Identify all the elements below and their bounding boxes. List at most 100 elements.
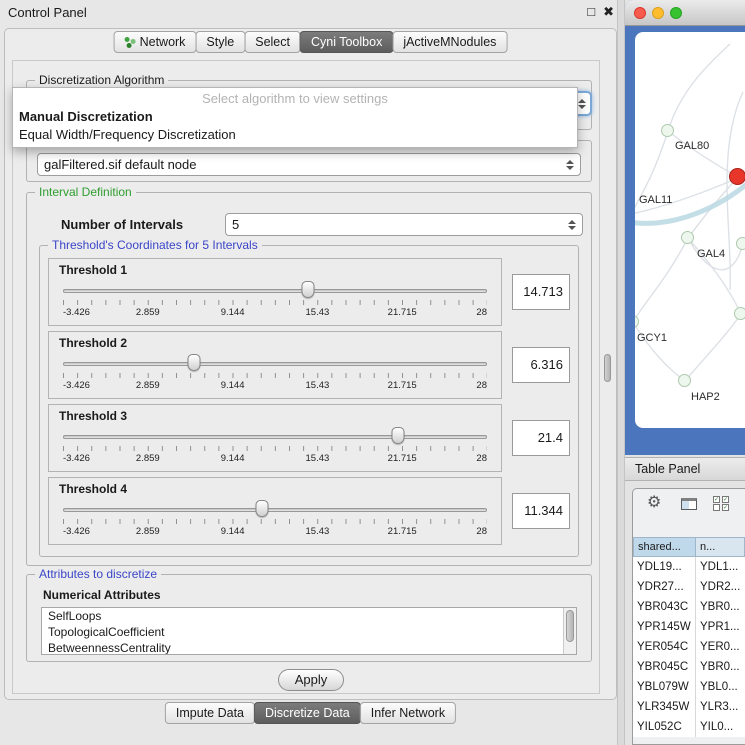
cell-name: YLR3...: [695, 697, 745, 717]
table-row[interactable]: YIL052C YIL0...: [633, 717, 745, 737]
slider-scale-label: 2.859: [136, 380, 160, 391]
threshold-value-field[interactable]: 6.316: [512, 347, 570, 383]
table-row[interactable]: YER054C YER0...: [633, 637, 745, 657]
attribute-list-item[interactable]: SelfLoops: [42, 608, 576, 624]
table-row[interactable]: YBR043C YBR0...: [633, 597, 745, 617]
threshold-row: Threshold 1 -3.4262.8599.14415.4321.7152…: [48, 258, 570, 326]
slider-track: [63, 362, 487, 366]
bottom-tab[interactable]: Infer Network: [360, 702, 456, 724]
network-node-label: GAL11: [639, 194, 672, 206]
apply-button[interactable]: Apply: [278, 669, 344, 691]
slider-scale: -3.4262.8599.14415.4321.71528: [63, 380, 487, 392]
slider-scale-label: 2.859: [136, 307, 160, 318]
top-tab[interactable]: Style: [195, 31, 245, 53]
top-tab-label: jActiveMNodules: [403, 34, 496, 50]
slider-scale: -3.4262.8599.14415.4321.71528: [63, 526, 487, 538]
threshold-slider[interactable]: -3.4262.8599.14415.4321.71528: [63, 278, 487, 324]
slider-scale-label: 9.144: [221, 526, 245, 537]
slider-scale-label: 15.43: [306, 453, 330, 464]
network-node[interactable]: [734, 307, 745, 320]
close-icon[interactable]: ✖: [603, 4, 614, 20]
network-node[interactable]: [736, 237, 745, 250]
slider-scale-label: 15.43: [306, 380, 330, 391]
list-scrollbar[interactable]: [563, 608, 576, 654]
slider-track: [63, 289, 487, 293]
table-row[interactable]: YLR345W YLR3...: [633, 697, 745, 717]
threshold-slider[interactable]: -3.4262.8599.14415.4321.71528: [63, 424, 487, 470]
threshold-value-field[interactable]: 21.4: [512, 420, 570, 456]
panel-scrollbar-thumb[interactable]: [604, 354, 611, 382]
float-window-icon[interactable]: □: [587, 4, 595, 20]
bottom-tab-label: Infer Network: [371, 705, 445, 721]
network-node-selected[interactable]: [729, 168, 745, 185]
table-data-combobox[interactable]: galFiltered.sif default node: [37, 153, 581, 176]
slider-scale-label: 9.144: [221, 380, 245, 391]
slider-ticks: [63, 519, 487, 524]
threshold-slider[interactable]: -3.4262.8599.14415.4321.71528: [63, 351, 487, 397]
column-header-name[interactable]: n...: [695, 537, 745, 557]
bottom-tab[interactable]: Impute Data: [165, 702, 255, 724]
number-of-intervals-label: Number of Intervals: [61, 217, 225, 232]
slider-scale-label: -3.426: [63, 453, 90, 464]
bottom-tab[interactable]: Discretize Data: [254, 702, 361, 724]
number-of-intervals-spinner[interactable]: 5: [225, 213, 583, 236]
slider-scale-label: 2.859: [136, 453, 160, 464]
top-tab[interactable]: Network: [114, 31, 197, 53]
threshold-slider[interactable]: -3.4262.8599.14415.4321.71528: [63, 497, 487, 543]
table-toolbar: ⚙ ✓✓✓: [633, 489, 745, 519]
cell-shared-name: YDR27...: [633, 577, 695, 597]
slider-ticks: [63, 373, 487, 378]
slider-scale: -3.4262.8599.14415.4321.71528: [63, 307, 487, 319]
cell-shared-name: YDL19...: [633, 557, 695, 577]
slider-scale-label: 28: [476, 453, 487, 464]
table-row[interactable]: YDL19... YDL1...: [633, 557, 745, 577]
attribute-list-item[interactable]: TopologicalCoefficient: [42, 624, 576, 640]
table-row[interactable]: YBL079W YBL0...: [633, 677, 745, 697]
list-scrollbar-thumb[interactable]: [566, 610, 574, 642]
control-panel-titlebar: Control Panel □ ✖: [0, 0, 622, 26]
bottom-tabs: Impute DataDiscretize Data Infer Network: [166, 702, 456, 724]
slider-knob[interactable]: [188, 354, 201, 371]
slider-knob[interactable]: [391, 427, 404, 444]
table-row[interactable]: YPR145W YPR1...: [633, 617, 745, 637]
numerical-attributes-label: Numerical Attributes: [43, 588, 591, 602]
slider-knob[interactable]: [301, 281, 314, 298]
table-row[interactable]: YDR27... YDR2...: [633, 577, 745, 597]
panel-splitter[interactable]: [617, 0, 625, 745]
zoom-traffic-light-icon[interactable]: [670, 7, 682, 19]
column-header-shared-name[interactable]: shared...: [633, 537, 695, 557]
cell-shared-name: YIL052C: [633, 717, 695, 737]
threshold-panel: Threshold 4 -3.4262.8599.14415.4321.7152…: [48, 477, 502, 545]
top-tabs: Network StyleSelectCyni Toolbox jActiveMNo…: [115, 31, 508, 53]
slider-knob[interactable]: [256, 500, 269, 517]
slider-scale-label: 28: [476, 380, 487, 391]
cell-name: YDL1...: [695, 557, 745, 577]
select-columns-icon[interactable]: ✓✓✓: [713, 496, 730, 511]
threshold-value-field[interactable]: 11.344: [512, 493, 570, 529]
network-window-titlebar[interactable]: [625, 0, 745, 26]
cell-name: YBR0...: [695, 597, 745, 617]
slider-scale-label: 2.859: [136, 526, 160, 537]
panel-scrollbar[interactable]: [603, 62, 612, 692]
top-tab[interactable]: Cyni Toolbox: [300, 31, 393, 53]
dropdown-option-equal-width[interactable]: Equal Width/Frequency Discretization: [13, 126, 577, 147]
slider-ticks: [63, 300, 487, 305]
gear-icon[interactable]: ⚙: [647, 494, 661, 512]
dropdown-option-manual[interactable]: Manual Discretization: [13, 108, 577, 126]
network-node[interactable]: [661, 124, 674, 137]
threshold-value-field[interactable]: 14.713: [512, 274, 570, 310]
network-canvas[interactable]: GAL80GAL11GAL4GCY1HAP2: [635, 32, 745, 428]
attribute-list-item[interactable]: BetweennessCentrality: [42, 640, 576, 655]
table-row[interactable]: YBR045C YBR0...: [633, 657, 745, 677]
top-tab[interactable]: jActiveMNodules: [392, 31, 507, 53]
slider-scale-label: 28: [476, 526, 487, 537]
minimize-traffic-light-icon[interactable]: [652, 7, 664, 19]
network-node[interactable]: [678, 374, 691, 387]
combo-arrows-icon: [566, 160, 574, 170]
numerical-attributes-list[interactable]: SelfLoopsTopologicalCoefficientBetweenne…: [41, 607, 577, 655]
columns-icon[interactable]: [681, 498, 697, 510]
close-traffic-light-icon[interactable]: [634, 7, 646, 19]
network-node[interactable]: [681, 231, 694, 244]
top-tab-label: Network: [140, 34, 186, 50]
top-tab[interactable]: Select: [244, 31, 301, 53]
